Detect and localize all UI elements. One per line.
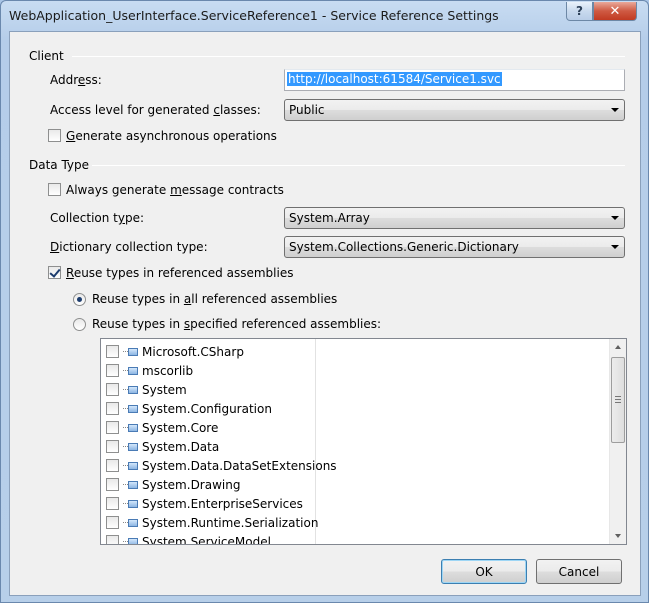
dictionary-type-value: System.Collections.Generic.Dictionary	[289, 240, 519, 254]
assembly-checkbox[interactable]	[106, 345, 119, 358]
assembly-icon	[123, 518, 139, 528]
ok-button[interactable]: OK	[441, 559, 527, 584]
list-item[interactable]: System.Runtime.Serialization	[106, 513, 318, 532]
grip-icon	[615, 396, 621, 403]
assembly-icon	[123, 499, 139, 509]
assembly-label: Microsoft.CSharp	[142, 344, 244, 359]
assembly-checkbox[interactable]	[106, 383, 119, 396]
assembly-checkbox[interactable]	[106, 497, 119, 510]
address-input[interactable]: http://localhost:61584/Service1.svc	[284, 69, 625, 91]
assembly-icon	[123, 537, 139, 544]
assembly-checkbox[interactable]	[106, 364, 119, 377]
client-section-divider	[72, 56, 625, 57]
close-icon: ✕	[609, 3, 621, 19]
scroll-down-icon[interactable]	[615, 534, 621, 538]
assembly-label: System.EnterpriseServices	[142, 496, 303, 511]
dialog-window: WebApplication_UserInterface.ServiceRefe…	[0, 0, 649, 603]
help-button[interactable]: ?	[566, 2, 593, 21]
reuse-specified-radio[interactable]	[73, 318, 86, 331]
list-item[interactable]: System.ServiceModel	[106, 532, 271, 545]
access-level-label: Access level for generated classes:	[50, 103, 261, 117]
cancel-button[interactable]: Cancel	[536, 559, 622, 584]
list-item[interactable]: mscorlib	[106, 361, 193, 380]
reuse-types-label: Reuse types in referenced assemblies	[66, 266, 294, 280]
assembly-icon	[123, 461, 139, 471]
assembly-checkbox[interactable]	[106, 440, 119, 453]
access-level-select[interactable]: Public	[284, 99, 625, 121]
vertical-scrollbar[interactable]	[609, 339, 626, 544]
assembly-label: System.Drawing	[142, 477, 241, 492]
list-item[interactable]: System.Data	[106, 437, 219, 456]
assembly-label: System.Data	[142, 439, 220, 454]
generate-async-label: Generate asynchronous operations	[66, 129, 277, 143]
address-value: http://localhost:61584/Service1.svc	[287, 72, 502, 86]
dropdown-arrow-icon	[611, 108, 619, 112]
dropdown-arrow-icon	[611, 216, 619, 220]
assembly-icon	[123, 423, 139, 433]
window-title: WebApplication_UserInterface.ServiceRefe…	[9, 8, 499, 23]
help-icon: ?	[576, 4, 583, 18]
dropdown-arrow-icon	[611, 245, 619, 249]
assembly-icon	[123, 385, 139, 395]
access-level-value: Public	[289, 103, 325, 117]
assembly-checkbox[interactable]	[106, 459, 119, 472]
assembly-checkbox[interactable]	[106, 402, 119, 415]
close-button[interactable]: ✕	[593, 2, 637, 21]
message-contracts-checkbox[interactable]	[48, 183, 61, 196]
reuse-specified-label: Reuse types in specified referenced asse…	[92, 317, 382, 331]
collection-type-value: System.Array	[289, 211, 370, 225]
assembly-icon	[123, 442, 139, 452]
dialog-content: Client Address: http://localhost:61584/S…	[9, 31, 641, 596]
list-item[interactable]: System	[106, 380, 187, 399]
assembly-icon	[123, 366, 139, 376]
data-type-section-label: Data Type	[29, 158, 90, 172]
assembly-label: System.Runtime.Serialization	[142, 515, 319, 530]
title-bar[interactable]: WebApplication_UserInterface.ServiceRefe…	[1, 1, 648, 31]
assembly-checkbox[interactable]	[106, 535, 119, 544]
scroll-thumb[interactable]	[611, 357, 625, 443]
assembly-icon	[123, 347, 139, 357]
address-label: Address:	[50, 73, 102, 87]
collection-type-select[interactable]: System.Array	[284, 207, 625, 229]
scroll-up-icon[interactable]	[615, 345, 621, 349]
list-item[interactable]: System.Core	[106, 418, 218, 437]
list-item[interactable]: Microsoft.CSharp	[106, 342, 244, 361]
assembly-label: System.Configuration	[142, 401, 272, 416]
dictionary-type-label: Dictionary collection type:	[50, 240, 208, 254]
reuse-all-radio[interactable]	[73, 293, 86, 306]
list-item[interactable]: System.Drawing	[106, 475, 240, 494]
assembly-checkbox[interactable]	[106, 421, 119, 434]
assembly-checkbox[interactable]	[106, 478, 119, 491]
generate-async-checkbox[interactable]	[48, 129, 61, 142]
list-item[interactable]: System.Configuration	[106, 399, 272, 418]
assembly-label: System.Data.DataSetExtensions	[142, 458, 337, 473]
assembly-label: System.ServiceModel	[142, 534, 271, 545]
dictionary-type-select[interactable]: System.Collections.Generic.Dictionary	[284, 236, 625, 258]
assembly-checkbox[interactable]	[106, 516, 119, 529]
reuse-types-checkbox[interactable]	[48, 266, 61, 279]
collection-type-label: Collection type:	[50, 211, 145, 225]
assembly-label: mscorlib	[142, 363, 194, 378]
assembly-icon	[123, 404, 139, 414]
list-item[interactable]: System.Data.DataSetExtensions	[106, 456, 337, 475]
message-contracts-label: Always generate message contracts	[66, 183, 284, 197]
assemblies-list[interactable]: Microsoft.CSharp mscorlib System System.Con…	[100, 338, 627, 545]
assembly-icon	[123, 480, 139, 490]
assembly-label: System	[142, 382, 187, 397]
client-section-label: Client	[29, 49, 64, 63]
reuse-all-label: Reuse types in all referenced assemblies	[92, 292, 338, 306]
list-item[interactable]: System.EnterpriseServices	[106, 494, 303, 513]
data-type-section-divider	[92, 165, 625, 166]
assembly-label: System.Core	[142, 420, 219, 435]
